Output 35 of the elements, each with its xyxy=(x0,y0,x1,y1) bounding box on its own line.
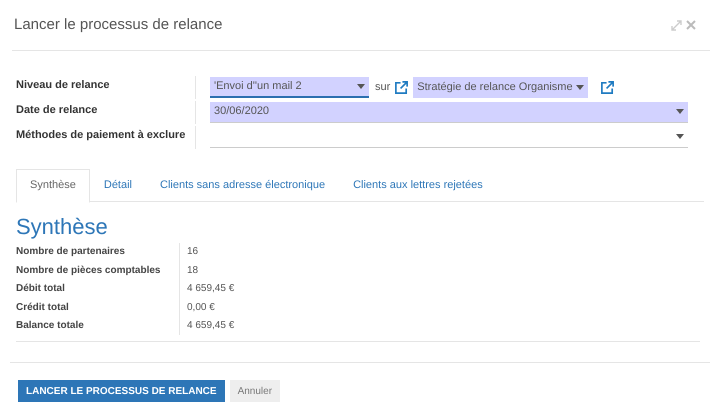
field-label: Niveau de relance xyxy=(16,78,111,92)
field-value: 30/06/2020 xyxy=(214,104,270,120)
external-link-icon[interactable] xyxy=(394,80,410,94)
caret-icon xyxy=(676,109,684,114)
expand-icon[interactable] xyxy=(671,20,682,31)
tab[interactable]: Détail xyxy=(90,168,146,202)
launch-button[interactable]: LANCER LE PROCESSUS DE RELANCE xyxy=(18,380,225,402)
window-title: Lancer le processus de relance xyxy=(14,15,222,35)
summary-value: 4 659,45 € xyxy=(187,282,234,296)
summary-value: 16 xyxy=(187,245,198,260)
field-label: Date de relance xyxy=(16,102,98,118)
caret-icon xyxy=(357,84,365,88)
section-heading: Synthèse xyxy=(16,214,109,240)
tab[interactable]: Clients sans adresse électronique xyxy=(146,168,340,202)
summary-label: Crédit total xyxy=(16,300,70,315)
summary-value: 0,00 € xyxy=(187,300,215,315)
tab[interactable]: Synthèse xyxy=(16,168,90,202)
close-icon[interactable] xyxy=(686,20,696,30)
caret-icon xyxy=(576,84,584,90)
external-link-icon[interactable] xyxy=(600,80,615,94)
strategy-select[interactable]: Stratégie de relance Organisme xyxy=(413,76,588,98)
tab[interactable]: Clients aux lettres rejetées xyxy=(339,168,497,202)
level-select[interactable]: 'Envoi d''un mail 2 xyxy=(210,76,369,98)
caret-icon xyxy=(676,134,684,139)
select-field[interactable]: 30/06/2020 xyxy=(210,102,688,122)
summary-label: Nombre de partenaires xyxy=(16,245,126,260)
connector-text: sur xyxy=(375,80,390,95)
field-value: 'Envoi d''un mail 2 xyxy=(214,78,302,94)
field-label: Méthodes de paiement à exclure xyxy=(16,128,186,142)
summary-label: Balance totale xyxy=(16,319,85,334)
summary-value: 18 xyxy=(187,264,198,278)
summary-label: Débit total xyxy=(16,282,66,296)
summary-value: 4 659,45 € xyxy=(187,319,234,334)
cancel-button[interactable]: Annuler xyxy=(230,380,280,402)
summary-label: Nombre de pièces comptables xyxy=(16,264,162,278)
